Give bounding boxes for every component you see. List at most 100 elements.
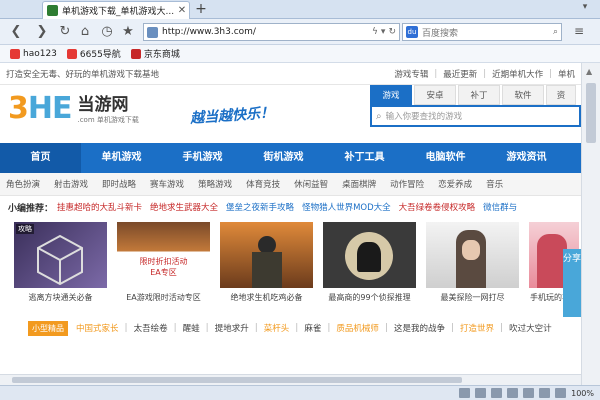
browser-search-input[interactable]: 百度搜索 bbox=[422, 26, 550, 39]
card-image-ea: 限时折扣活动 EA专区 bbox=[117, 222, 210, 288]
6655-icon bbox=[66, 48, 77, 59]
search-tab-games[interactable]: 游戏 bbox=[370, 85, 412, 105]
sound-icon[interactable] bbox=[475, 388, 487, 398]
address-bar[interactable]: http://www.3h3.com/ ϟ ▾ ↻ bbox=[143, 23, 400, 41]
site-search-panel: 游戏 安卓 补丁 软件 资 ⌕ 输入你要查找的游戏 bbox=[370, 85, 581, 129]
favorite-6655[interactable]: 6655导航 bbox=[66, 47, 121, 60]
topstrip-link-albums[interactable]: 游戏专辑 bbox=[394, 68, 428, 80]
tab-list-chevron-icon[interactable]: ▾ bbox=[576, 2, 594, 18]
nav-pc-software[interactable]: 电脑软件 bbox=[405, 143, 486, 173]
status-bar: 100% bbox=[0, 385, 600, 400]
reload-small-icon[interactable]: ↻ bbox=[388, 27, 396, 37]
small-game-link[interactable]: 质品机械师 bbox=[336, 322, 379, 334]
home-icon[interactable]: ⌂ bbox=[77, 24, 93, 40]
category-item[interactable]: 射击游戏 bbox=[54, 178, 88, 190]
horizontal-scrollbar[interactable] bbox=[0, 374, 581, 385]
search-tab-android[interactable]: 安卓 bbox=[414, 85, 456, 105]
site-search-input[interactable]: ⌕ 输入你要查找的游戏 bbox=[370, 105, 581, 127]
nav-home[interactable]: 首页 bbox=[0, 143, 81, 173]
category-item[interactable]: 赛车游戏 bbox=[150, 178, 184, 190]
category-item[interactable]: 即时战略 bbox=[102, 178, 136, 190]
nav-mobile-games[interactable]: 手机游戏 bbox=[162, 143, 243, 173]
topstrip-link-updates[interactable]: 最近更新 bbox=[443, 68, 477, 80]
zoom-icon[interactable] bbox=[555, 388, 567, 398]
featured-cards: 攻略 逃离方块通关必备 限时折扣活动 EA专区 EA游戏限时活动专区 绝地求生机… bbox=[0, 222, 581, 303]
category-nav: 角色扮演 射击游戏 即时战略 赛车游戏 策略游戏 体育竞技 休闲益智 桌面棋牌 … bbox=[0, 173, 581, 196]
feature-card[interactable]: 最高商的99个侦探推理 bbox=[323, 222, 416, 303]
dropdown-icon[interactable]: ▾ bbox=[381, 27, 386, 37]
small-game-link[interactable]: 提地求升 bbox=[215, 322, 249, 334]
recommend-link[interactable]: 堡垒之夜新手攻略 bbox=[226, 201, 294, 213]
search-icon[interactable]: ⌕ bbox=[553, 27, 558, 37]
category-item[interactable]: 桌面棋牌 bbox=[342, 178, 376, 190]
jd-icon bbox=[130, 48, 141, 59]
browser-menu-icon[interactable]: ≡ bbox=[570, 24, 588, 40]
category-item[interactable]: 音乐 bbox=[486, 178, 503, 190]
address-input[interactable]: http://www.3h3.com/ bbox=[162, 27, 369, 37]
hao123-icon bbox=[10, 48, 20, 59]
web-page: 打造安全无毒、好玩的单机游戏下载基地 游戏专辑 | 最近更新 | 近期单机大作 … bbox=[0, 63, 581, 385]
lightning-icon[interactable]: ϟ bbox=[372, 27, 378, 37]
category-item[interactable]: 动作冒险 bbox=[390, 178, 424, 190]
window-icon[interactable] bbox=[523, 388, 535, 398]
share-side-button[interactable]: 分享 bbox=[563, 249, 581, 317]
nav-patch-tools[interactable]: 补丁工具 bbox=[324, 143, 405, 173]
feature-card[interactable]: 绝地求生机吃鸡必备 bbox=[220, 222, 313, 303]
back-arrow-icon[interactable]: ❮ bbox=[8, 24, 24, 40]
topstrip-link-single[interactable]: 单机 bbox=[558, 68, 575, 80]
category-item[interactable]: 体育竞技 bbox=[246, 178, 280, 190]
topstrip-link-recent[interactable]: 近期单机大作 bbox=[492, 68, 543, 80]
vertical-scrollbar[interactable]: ▲ bbox=[581, 63, 600, 385]
tab-close-icon[interactable]: ✕ bbox=[175, 5, 189, 16]
small-game-link[interactable]: 打造世界 bbox=[460, 322, 494, 334]
search-tab-software[interactable]: 软件 bbox=[502, 85, 544, 105]
nav-pc-games[interactable]: 单机游戏 bbox=[81, 143, 162, 173]
feature-card[interactable]: 最美探险一网打尽 bbox=[426, 222, 519, 303]
scroll-up-arrow-icon[interactable]: ▲ bbox=[586, 67, 592, 76]
favorites-bar: hao123 6655导航 京东商城 bbox=[0, 45, 600, 63]
history-clock-icon[interactable]: ◷ bbox=[99, 24, 115, 40]
small-game-link[interactable]: 这是我的战争 bbox=[394, 322, 445, 334]
browser-tab-active[interactable]: 单机游戏下载_单机游戏大... ✕ bbox=[42, 1, 190, 19]
recommend-link[interactable]: 微信群与 bbox=[483, 201, 517, 213]
refresh-icon[interactable]: ↻ bbox=[57, 24, 73, 40]
favorite-star-icon[interactable]: ★ bbox=[120, 24, 136, 40]
download-icon[interactable] bbox=[459, 388, 471, 398]
logo-subtitle: .com 单机游戏下载 bbox=[77, 116, 139, 124]
feature-card[interactable]: 攻略 逃离方块通关必备 bbox=[14, 222, 107, 303]
recommend-link[interactable]: 挂惠超哈的大乱斗新卡 bbox=[57, 201, 142, 213]
search-tab-news[interactable]: 资 bbox=[546, 85, 576, 105]
nav-arcade-games[interactable]: 街机游戏 bbox=[243, 143, 324, 173]
category-item[interactable]: 恋爱养成 bbox=[438, 178, 472, 190]
forward-arrow-icon[interactable]: ❯ bbox=[34, 24, 50, 40]
mute-icon[interactable] bbox=[491, 388, 503, 398]
site-logo[interactable]: 3HE 当游网 .com 单机游戏下载 bbox=[8, 93, 139, 125]
search-tab-patches[interactable]: 补丁 bbox=[458, 85, 500, 105]
small-game-link[interactable]: 太吾绘卷 bbox=[134, 322, 168, 334]
favorite-jd[interactable]: 京东商城 bbox=[130, 47, 180, 60]
new-tab-button[interactable]: + bbox=[192, 2, 210, 18]
small-game-link[interactable]: 中国式家长 bbox=[76, 322, 119, 334]
favorite-hao123[interactable]: hao123 bbox=[10, 48, 57, 59]
small-game-link[interactable]: 吹过大空计 bbox=[509, 322, 552, 334]
category-item[interactable]: 休闲益智 bbox=[294, 178, 328, 190]
horizontal-scroll-thumb[interactable] bbox=[12, 377, 462, 383]
recommend-link[interactable]: 大吾绿卷卷侵权攻略 bbox=[399, 201, 476, 213]
nav-game-news[interactable]: 游戏资讯 bbox=[486, 143, 567, 173]
zoom-level[interactable]: 100% bbox=[571, 389, 594, 398]
browser-search-box[interactable]: du 百度搜索 ⌕ bbox=[402, 23, 562, 41]
recommend-link[interactable]: 绝地求生武器大全 bbox=[150, 201, 218, 213]
vertical-scroll-thumb[interactable] bbox=[586, 83, 596, 143]
small-game-link[interactable]: 醒蛙 bbox=[183, 322, 200, 334]
small-games-row: 小型精品 中国式家长 | 太吾绘卷 | 醒蛙 | 提地求升 | 菜杆头 | 麻雀 | 质品机… bbox=[0, 317, 581, 339]
small-game-link[interactable]: 菜杆头 bbox=[264, 322, 290, 334]
card-caption: 最高商的99个侦探推理 bbox=[328, 293, 411, 302]
site-slogan: 越当越快乐！ bbox=[189, 105, 275, 127]
category-item[interactable]: 策略游戏 bbox=[198, 178, 232, 190]
screenshot-icon[interactable] bbox=[507, 388, 519, 398]
category-item[interactable]: 角色扮演 bbox=[6, 178, 40, 190]
feature-card[interactable]: 限时折扣活动 EA专区 EA游戏限时活动专区 bbox=[117, 222, 210, 303]
small-game-link[interactable]: 麻雀 bbox=[304, 322, 321, 334]
clean-icon[interactable] bbox=[539, 388, 551, 398]
recommend-link[interactable]: 怪物猎人世界MOD大全 bbox=[302, 201, 391, 213]
